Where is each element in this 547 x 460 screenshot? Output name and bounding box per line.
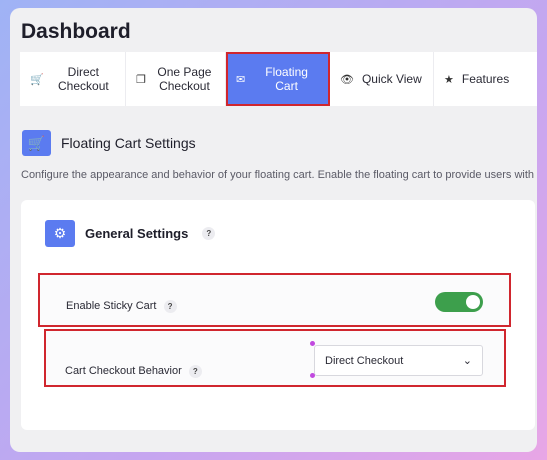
tab-quick-view[interactable]: 👁 Quick View bbox=[330, 52, 434, 106]
section-title: Floating Cart Settings bbox=[61, 135, 196, 151]
select-value: Direct Checkout bbox=[325, 354, 404, 367]
resize-handle bbox=[310, 341, 315, 346]
copy-icon: ❐ bbox=[136, 73, 146, 86]
help-icon[interactable]: ? bbox=[163, 300, 177, 313]
page-title: Dashboard bbox=[21, 20, 131, 43]
checkout-behavior-text: Cart Checkout Behavior bbox=[65, 365, 182, 377]
toggle-knob bbox=[466, 295, 480, 309]
tab-label: Features bbox=[461, 72, 510, 86]
checkout-behavior-row: Cart Checkout Behavior ? Direct Checkout… bbox=[44, 329, 506, 387]
card-header: ⚙ General Settings ? bbox=[45, 220, 216, 247]
sticky-cart-row: Enable Sticky Cart ? bbox=[38, 273, 511, 327]
tab-label: Quick View bbox=[361, 72, 422, 86]
sticky-cart-text: Enable Sticky Cart bbox=[66, 300, 157, 312]
help-icon[interactable]: ? bbox=[202, 227, 216, 240]
tab-features[interactable]: ★ Features bbox=[434, 52, 537, 106]
floating-cart-icon: ✉ bbox=[236, 73, 246, 86]
section-header: 🛒 Floating Cart Settings bbox=[22, 130, 196, 156]
tab-label: Floating Cart bbox=[265, 65, 308, 93]
dashboard-window: Dashboard 🛒 Direct Checkout ❐ One Page C… bbox=[10, 8, 537, 452]
cart-icon: 🛒 bbox=[30, 73, 44, 86]
help-icon[interactable]: ? bbox=[188, 365, 202, 378]
tab-one-page-checkout[interactable]: ❐ One Page Checkout bbox=[126, 52, 226, 106]
tab-label: Direct Checkout bbox=[58, 65, 109, 93]
resize-handle bbox=[310, 373, 315, 378]
sticky-cart-toggle[interactable] bbox=[435, 292, 483, 312]
eye-icon: 👁 bbox=[340, 73, 354, 86]
sticky-cart-label: Enable Sticky Cart ? bbox=[66, 300, 177, 313]
section-description: Configure the appearance and behavior of… bbox=[21, 169, 537, 181]
checkout-behavior-select[interactable]: Direct Checkout ⌄ bbox=[314, 345, 483, 376]
card-title: General Settings bbox=[85, 226, 189, 241]
tab-floating-cart[interactable]: ✉ Floating Cart bbox=[226, 52, 330, 106]
tab-bar: 🛒 Direct Checkout ❐ One Page Checkout ✉ … bbox=[20, 52, 537, 106]
tab-label: One Page Checkout bbox=[157, 65, 212, 93]
checkout-behavior-label: Cart Checkout Behavior ? bbox=[65, 365, 202, 378]
tab-direct-checkout[interactable]: 🛒 Direct Checkout bbox=[20, 52, 126, 106]
cart-icon: 🛒 bbox=[22, 130, 51, 156]
chevron-down-icon: ⌄ bbox=[462, 355, 472, 367]
gear-icon: ⚙ bbox=[45, 220, 75, 247]
star-icon: ★ bbox=[444, 73, 454, 86]
